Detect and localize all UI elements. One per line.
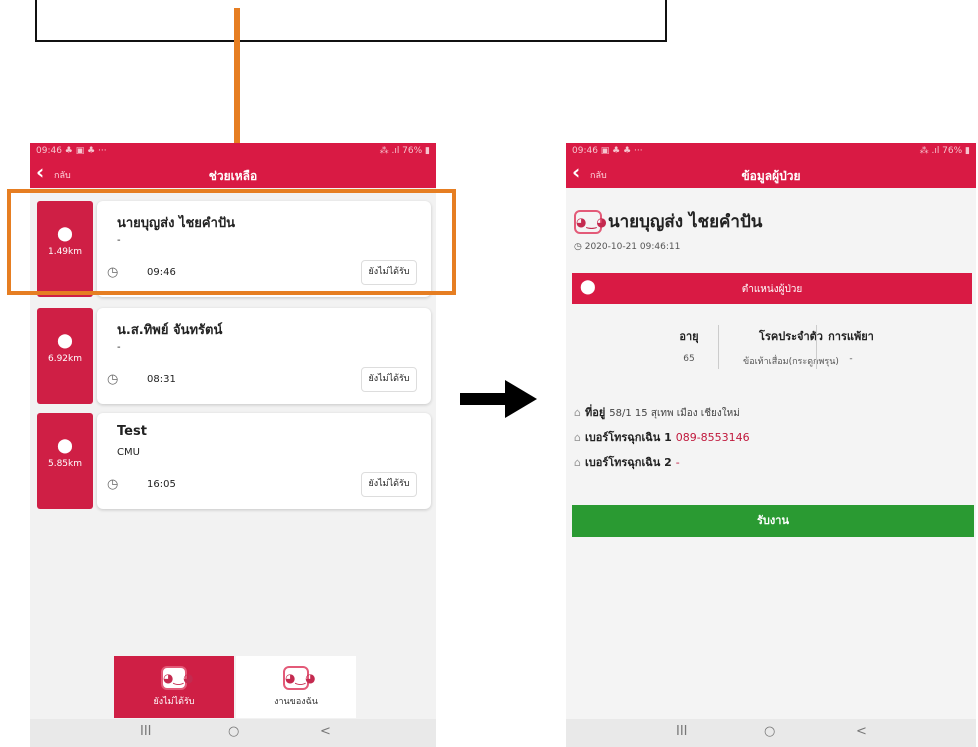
card-subtitle: -: [117, 342, 121, 353]
page-title: ข้อมูลผู้ป่วย: [741, 169, 801, 183]
status-time: 09:46 ♣ ▣ ♣ ···: [36, 146, 107, 156]
patient-name: Test: [117, 424, 147, 439]
app-bar: ‹ กลับ ช่วยเหลือ: [30, 160, 436, 188]
help-card[interactable]: ⬤ 6.92km น.ส.ทิพย์ จันทรัตน์ - ◷ 08:31 ย…: [35, 308, 433, 404]
system-nav-bar: III ○ <: [566, 719, 976, 747]
distance-label: 6.92km: [47, 354, 83, 364]
clock-icon: ◷: [107, 477, 119, 492]
info-divider: [816, 325, 817, 369]
info-divider: [718, 325, 719, 369]
map-pin-icon: ⬤: [57, 438, 73, 454]
home-button[interactable]: ○: [764, 724, 775, 739]
tab-my-jobs[interactable]: ◕‿◕ งานของฉัน: [236, 656, 356, 718]
card-time: 16:05: [147, 479, 176, 490]
status-battery: ⁂ .ıl 76% ▮: [379, 146, 430, 156]
age-label: อายุ: [679, 330, 699, 343]
house-icon: ⌂: [574, 431, 581, 444]
patient-name: น.ส.ทิพย์ จันทรัตน์: [117, 323, 223, 338]
flow-arrow: [460, 393, 510, 405]
address-value: 58/1 15 สุเทพ เมือง เชียงใหม่: [609, 408, 740, 419]
patient-name: นายบุญส่ง ไชยคำปัน: [608, 212, 763, 232]
timestamp-value: 2020-10-21 09:46:11: [584, 242, 681, 252]
back-nav-button[interactable]: <: [320, 724, 331, 739]
tab-pending[interactable]: ◕‿◕ ยังไม่ได้รับ: [114, 656, 234, 718]
bottom-tab-bar: ◕‿◕ ยังไม่ได้รับ ◕‿◕ งานของฉัน: [114, 656, 358, 718]
phone2-value[interactable]: -: [676, 456, 680, 469]
card-body[interactable]: น.ส.ทิพย์ จันทรัตน์ - ◷ 08:31 ยังไม่ได้ร…: [97, 308, 431, 404]
flow-arrow-head: [505, 380, 537, 418]
card-subtitle: CMU: [117, 447, 140, 458]
status-time: 09:46 ▣ ♣ ♣ ···: [572, 146, 643, 156]
page-title: ช่วยเหลือ: [208, 169, 258, 183]
accept-job-button[interactable]: รับงาน: [572, 505, 974, 537]
status-battery: ⁂ .ıl 76% ▮: [919, 146, 970, 156]
age-column: อายุ 65: [662, 327, 716, 364]
clock-icon: ◷: [107, 372, 119, 387]
tab-label: งานของฉัน: [274, 697, 318, 707]
distance-badge: ⬤ 5.85km: [37, 413, 93, 509]
location-label: ตำแหน่งผู้ป่วย: [741, 284, 803, 295]
status-button[interactable]: ยังไม่ได้รับ: [361, 367, 417, 392]
system-nav-bar: III ○ <: [30, 719, 436, 747]
patient-detail-screen: 09:46 ▣ ♣ ♣ ··· ⁂ .ıl 76% ▮ ‹ กลับ ข้อมู…: [566, 143, 976, 747]
callout-box: [35, 0, 667, 42]
patient-face-icon: ◕‿◕: [161, 666, 194, 690]
annotation-arrow: [234, 8, 240, 156]
house-icon: ⌂: [574, 456, 581, 469]
patient-location-button[interactable]: ⬤ ตำแหน่งผู้ป่วย: [572, 273, 972, 304]
phone1-value[interactable]: 089-8553146: [676, 431, 750, 444]
patient-face-icon: ◕‿◕: [574, 210, 607, 234]
allergy-value: -: [849, 354, 853, 364]
distance-label: 5.85km: [47, 459, 83, 469]
house-icon: ⌂: [574, 406, 581, 419]
patient-face-icon: ◕‿◕: [283, 666, 316, 690]
allergy-column: การแพ้ยา -: [819, 327, 883, 364]
tab-label: ยังไม่ได้รับ: [153, 697, 195, 707]
status-bar: 09:46 ♣ ▣ ♣ ··· ⁂ .ıl 76% ▮: [30, 143, 436, 160]
allergy-label: การแพ้ยา: [828, 330, 874, 343]
clock-icon: ◷: [574, 242, 585, 252]
address-label: ที่อยู่: [584, 406, 606, 419]
help-card[interactable]: ⬤ 5.85km Test CMU ◷ 16:05 ยังไม่ได้รับ: [35, 413, 433, 509]
phone2-label: เบอร์โทรฉุกเฉิน 2: [584, 456, 672, 469]
card-time: 08:31: [147, 374, 176, 385]
highlight-frame: [7, 189, 456, 295]
phone2-row[interactable]: ⌂ เบอร์โทรฉุกเฉิน 2-: [574, 453, 680, 471]
app-bar: ‹ กลับ ข้อมูลผู้ป่วย: [566, 160, 976, 188]
recent-apps-button[interactable]: III: [676, 724, 688, 739]
status-bar: 09:46 ▣ ♣ ♣ ··· ⁂ .ıl 76% ▮: [566, 143, 976, 160]
address-row: ⌂ ที่อยู่ 58/1 15 สุเทพ เมือง เชียงใหม่: [574, 403, 740, 421]
home-button[interactable]: ○: [228, 724, 239, 739]
recent-apps-button[interactable]: III: [140, 724, 152, 739]
patient-header: ◕‿◕นายบุญส่ง ไชยคำปัน: [574, 208, 762, 235]
phone1-label: เบอร์โทรฉุกเฉิน 1: [584, 431, 672, 444]
status-button[interactable]: ยังไม่ได้รับ: [361, 472, 417, 497]
map-pin-icon: ⬤: [57, 333, 73, 349]
distance-badge: ⬤ 6.92km: [37, 308, 93, 404]
timestamp: ◷ 2020-10-21 09:46:11: [574, 242, 680, 252]
back-nav-button[interactable]: <: [856, 724, 867, 739]
card-body[interactable]: Test CMU ◷ 16:05 ยังไม่ได้รับ: [97, 413, 431, 509]
age-value: 65: [683, 354, 695, 364]
phone1-row[interactable]: ⌂ เบอร์โทรฉุกเฉิน 1 089-8553146: [574, 428, 750, 446]
